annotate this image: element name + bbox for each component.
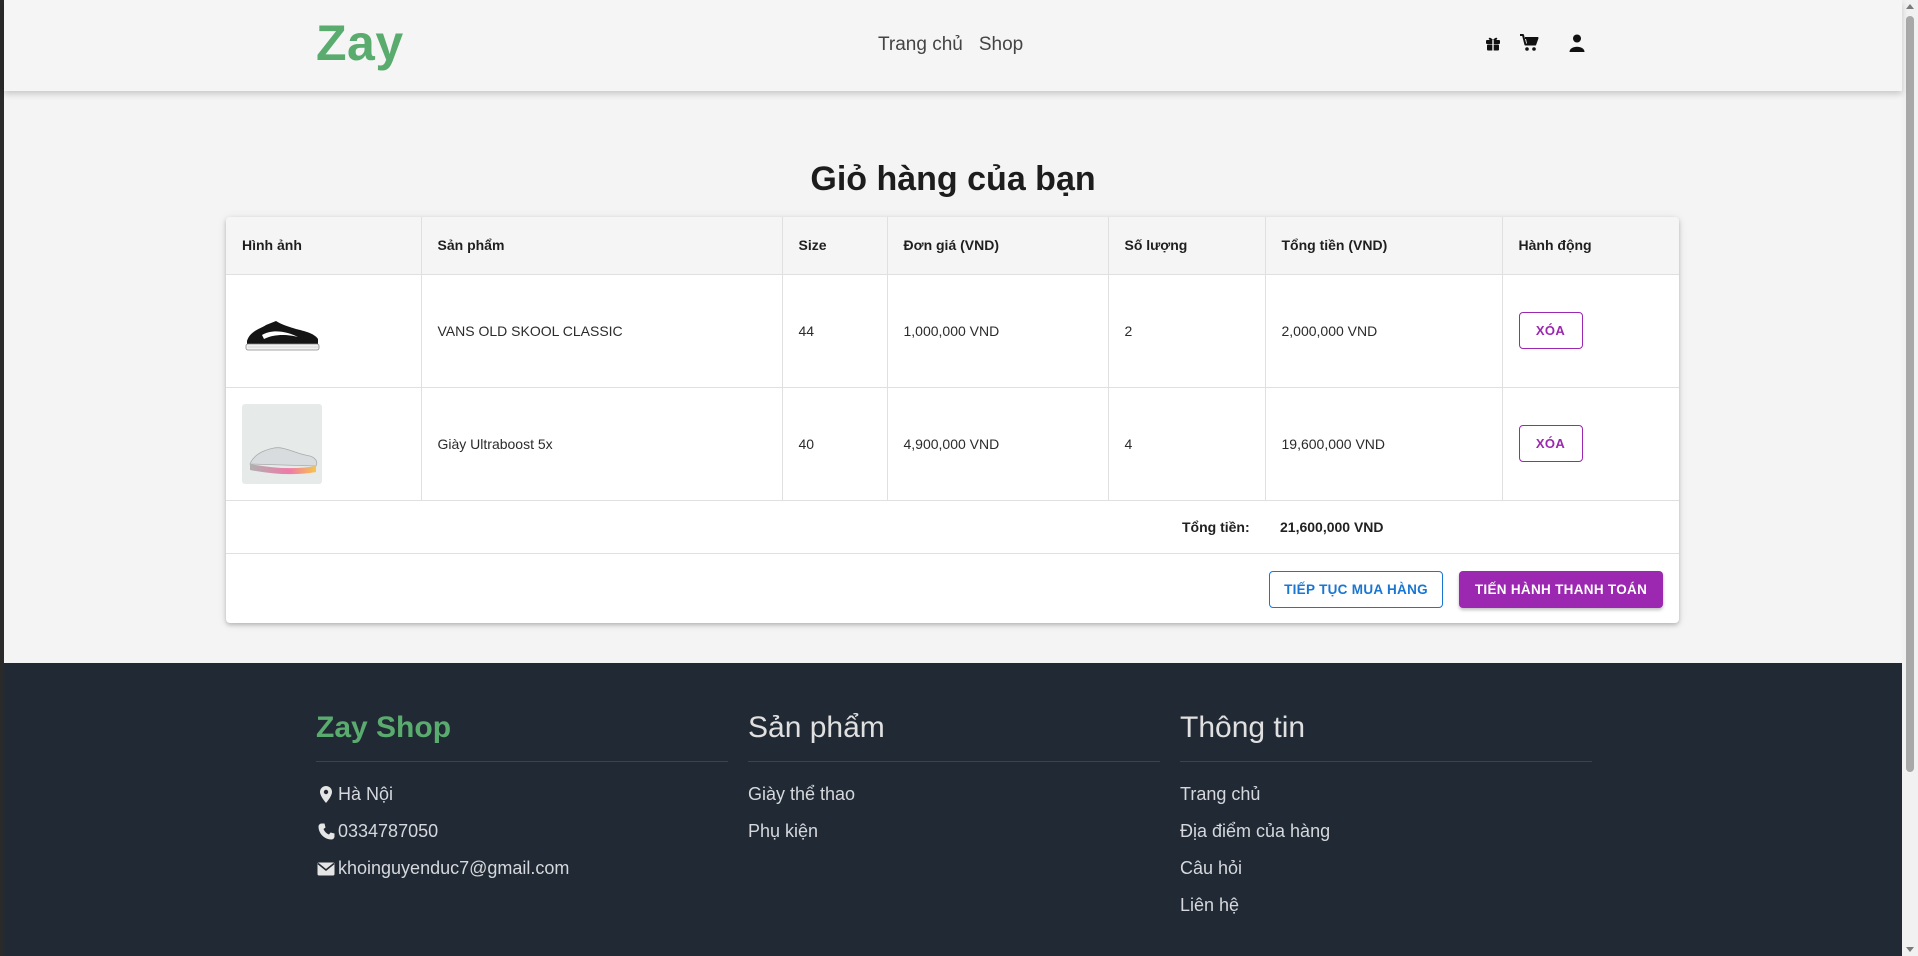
cell-total: 19,600,000 VND — [1265, 387, 1503, 501]
continue-shopping-button[interactable]: TIẾP TỤC MUA HÀNG — [1269, 570, 1443, 608]
cell-image — [226, 274, 422, 388]
cell-product-name: VANS OLD SKOOL CLASSIC — [421, 274, 783, 388]
delete-item-button[interactable]: XÓA — [1518, 312, 1583, 349]
address-text: Hà Nội — [338, 784, 394, 804]
cell-action: XÓA — [1502, 387, 1679, 501]
col-header-product: Sản phẩm — [421, 217, 783, 275]
col-header-size: Size — [782, 217, 888, 275]
email-icon — [316, 862, 336, 876]
footer-address: Hà Nội — [316, 776, 728, 813]
footer-link-store-location[interactable]: Địa điểm của hàng — [1180, 813, 1592, 850]
vertical-scrollbar[interactable] — [1902, 0, 1918, 956]
sneaker-black-icon — [245, 320, 320, 350]
footer-email: khoinguyenduc7@gmail.com — [316, 850, 728, 887]
cell-unit-price: 4,900,000 VND — [887, 387, 1109, 501]
scroll-up-icon[interactable] — [1906, 4, 1914, 9]
sneaker-gradient-icon — [242, 403, 322, 484]
col-header-quantity: Số lượng — [1108, 217, 1266, 275]
table-row: Giày Ultraboost 5x 40 4,900,000 VND 4 19… — [226, 387, 1679, 501]
cell-total: 2,000,000 VND — [1265, 274, 1503, 388]
table-header-row: Hình ảnh Sản phẩm Size Đơn giá (VND) Số … — [226, 217, 1679, 275]
page-title: Giỏ hàng của bạn — [810, 160, 1096, 198]
cart-total-row: Tổng tiền: 21,600,000 VND — [226, 501, 1679, 554]
phone-text[interactable]: 0334787050 — [338, 821, 438, 842]
footer-products-column: Sản phẩm Giày thể thao Phụ kiện — [748, 711, 1160, 850]
nav-link-home[interactable]: Trang chủ — [878, 34, 963, 56]
footer-contact-column: Zay Shop Hà Nội 0334787050 khoinguyenduc… — [316, 711, 728, 887]
cart-actions: TIẾP TỤC MUA HÀNG TIẾN HÀNH THANH TOÁN — [226, 554, 1679, 624]
location-icon — [316, 786, 336, 803]
main-nav: Trang chủ Shop — [878, 34, 1023, 56]
col-header-unit-price: Đơn giá (VND) — [887, 217, 1109, 275]
footer-info-title: Thông tin — [1180, 711, 1592, 762]
table-row: VANS OLD SKOOL CLASSIC 44 1,000,000 VND … — [226, 274, 1679, 388]
col-header-image: Hình ảnh — [226, 217, 422, 275]
footer-link-accessories[interactable]: Phụ kiện — [748, 813, 1160, 850]
footer-link-sport-shoes[interactable]: Giày thể thao — [748, 776, 1160, 813]
checkout-button[interactable]: TIẾN HÀNH THANH TOÁN — [1459, 570, 1663, 608]
cell-size: 40 — [782, 387, 888, 501]
user-icon[interactable] — [1566, 31, 1588, 55]
footer-products-title: Sản phẩm — [748, 711, 1160, 762]
total-label: Tổng tiền: — [1182, 518, 1250, 535]
scroll-down-icon[interactable] — [1906, 947, 1914, 952]
col-header-total: Tổng tiền (VND) — [1265, 217, 1503, 275]
cart-table-card: Hình ảnh Sản phẩm Size Đơn giá (VND) Số … — [226, 217, 1679, 623]
phone-icon — [316, 823, 336, 840]
col-header-action: Hành động — [1502, 217, 1679, 275]
email-text[interactable]: khoinguyenduc7@gmail.com — [338, 858, 569, 879]
cell-quantity: 2 — [1108, 274, 1266, 388]
cell-action: XÓA — [1502, 274, 1679, 388]
cell-product-name: Giày Ultraboost 5x — [421, 387, 783, 501]
nav-link-shop[interactable]: Shop — [979, 34, 1023, 56]
footer-brand: Zay Shop — [316, 711, 728, 762]
scrollbar-thumb[interactable] — [1906, 16, 1914, 772]
total-value: 21,600,000 VND — [1280, 518, 1384, 535]
delete-item-button[interactable]: XÓA — [1518, 425, 1583, 462]
header-actions — [1482, 31, 1588, 55]
site-footer: Zay Shop Hà Nội 0334787050 khoinguyenduc… — [4, 663, 1902, 956]
gift-icon[interactable] — [1482, 31, 1504, 55]
footer-phone: 0334787050 — [316, 813, 728, 850]
cell-size: 44 — [782, 274, 888, 388]
footer-info-column: Thông tin Trang chủ Địa điểm của hàng Câ… — [1180, 711, 1592, 924]
top-navbar: Zay Trang chủ Shop — [4, 0, 1902, 91]
footer-link-home[interactable]: Trang chủ — [1180, 776, 1592, 813]
cart-table: Hình ảnh Sản phẩm Size Đơn giá (VND) Số … — [226, 217, 1679, 501]
cell-image — [226, 387, 422, 501]
footer-link-faq[interactable]: Câu hỏi — [1180, 850, 1592, 887]
cart-icon[interactable] — [1518, 31, 1540, 55]
site-logo[interactable]: Zay — [316, 14, 404, 72]
cell-quantity: 4 — [1108, 387, 1266, 501]
cell-unit-price: 1,000,000 VND — [887, 274, 1109, 388]
footer-link-contact[interactable]: Liên hệ — [1180, 887, 1592, 924]
